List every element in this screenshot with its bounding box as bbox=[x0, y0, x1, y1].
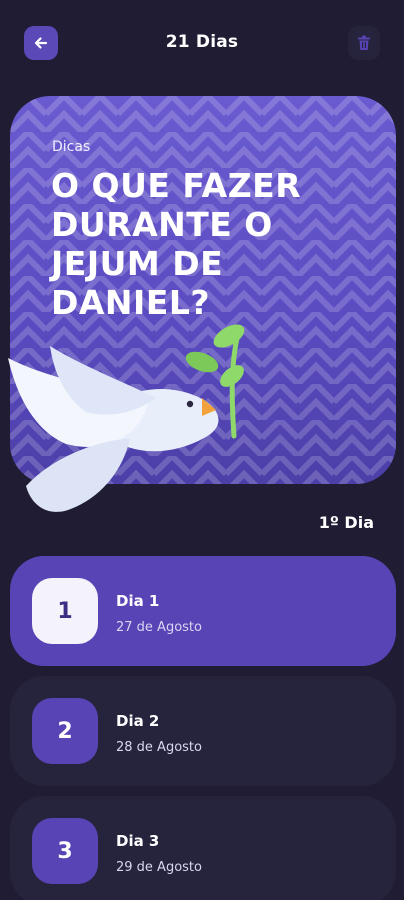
trash-icon bbox=[358, 35, 370, 50]
day-date: 29 de Agosto bbox=[116, 860, 202, 875]
dove-illustration bbox=[8, 324, 245, 512]
delete-button[interactable] bbox=[348, 26, 380, 60]
day-number-badge: 3 bbox=[32, 818, 98, 884]
day-label: Dia 2 bbox=[116, 712, 160, 730]
day-card-1[interactable]: 1 Dia 1 27 de Agosto bbox=[10, 556, 396, 666]
hero-tag: Dicas bbox=[52, 139, 91, 155]
page-title: 21 Dias bbox=[165, 32, 239, 52]
day-label: Dia 1 bbox=[116, 592, 160, 610]
day-number-badge: 2 bbox=[32, 698, 98, 764]
day-date: 27 de Agosto bbox=[116, 620, 202, 635]
day-card-3[interactable]: 3 Dia 3 29 de Agosto bbox=[10, 796, 396, 900]
day-card-2[interactable]: 2 Dia 2 28 de Agosto bbox=[10, 676, 396, 786]
day-label: Dia 3 bbox=[116, 832, 160, 850]
current-day-indicator: 1º Dia bbox=[318, 513, 374, 532]
day-number-badge: 1 bbox=[32, 578, 98, 644]
day-date: 28 de Agosto bbox=[116, 740, 202, 755]
hero-title: O QUE FAZER DURANTE O JEJUM DE DANIEL? bbox=[51, 166, 302, 322]
top-bar: 21 Dias bbox=[0, 0, 404, 86]
